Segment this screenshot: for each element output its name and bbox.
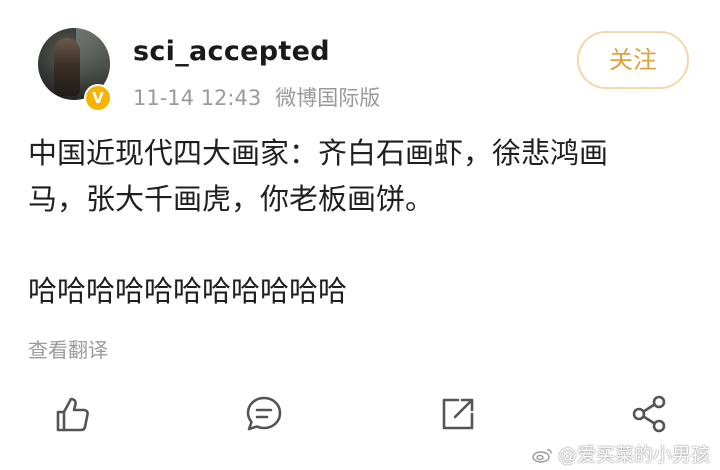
username[interactable]: sci_accepted bbox=[133, 36, 330, 67]
post-text-line: 马，张大千画虎，你老板画饼。 bbox=[28, 182, 435, 216]
follow-button[interactable]: 关注 bbox=[577, 31, 689, 89]
weibo-logo-icon bbox=[532, 449, 552, 463]
watermark: @爱买菜的小男孩 bbox=[532, 440, 710, 467]
avatar-figure bbox=[54, 38, 80, 96]
verified-badge-icon: V bbox=[84, 84, 112, 112]
post-text-line: 中国近现代四大画家：齐白石画虾，徐悲鸿画 bbox=[28, 136, 609, 170]
post-meta: 11-14 12:43 微博国际版 bbox=[133, 82, 380, 112]
thumbs-up-icon bbox=[56, 397, 89, 432]
repost-button[interactable] bbox=[436, 392, 480, 436]
like-button[interactable] bbox=[50, 392, 94, 436]
post-text-line: 哈哈哈哈哈哈哈哈哈哈哈 bbox=[28, 274, 348, 308]
comment-button[interactable] bbox=[242, 392, 286, 436]
share-icon bbox=[632, 395, 666, 433]
view-translation-link[interactable]: 查看翻译 bbox=[28, 334, 108, 363]
post-source: 微博国际版 bbox=[275, 86, 381, 110]
watermark-text: @爱买菜的小男孩 bbox=[557, 444, 710, 466]
post-body: 中国近现代四大画家：齐白石画虾，徐悲鸿画 马，张大千画虎，你老板画饼。 哈哈哈哈… bbox=[28, 130, 678, 314]
post-timestamp: 11-14 12:43 bbox=[133, 86, 262, 110]
share-button[interactable] bbox=[628, 392, 672, 436]
comment-icon bbox=[246, 396, 282, 431]
repost-icon bbox=[442, 398, 474, 430]
